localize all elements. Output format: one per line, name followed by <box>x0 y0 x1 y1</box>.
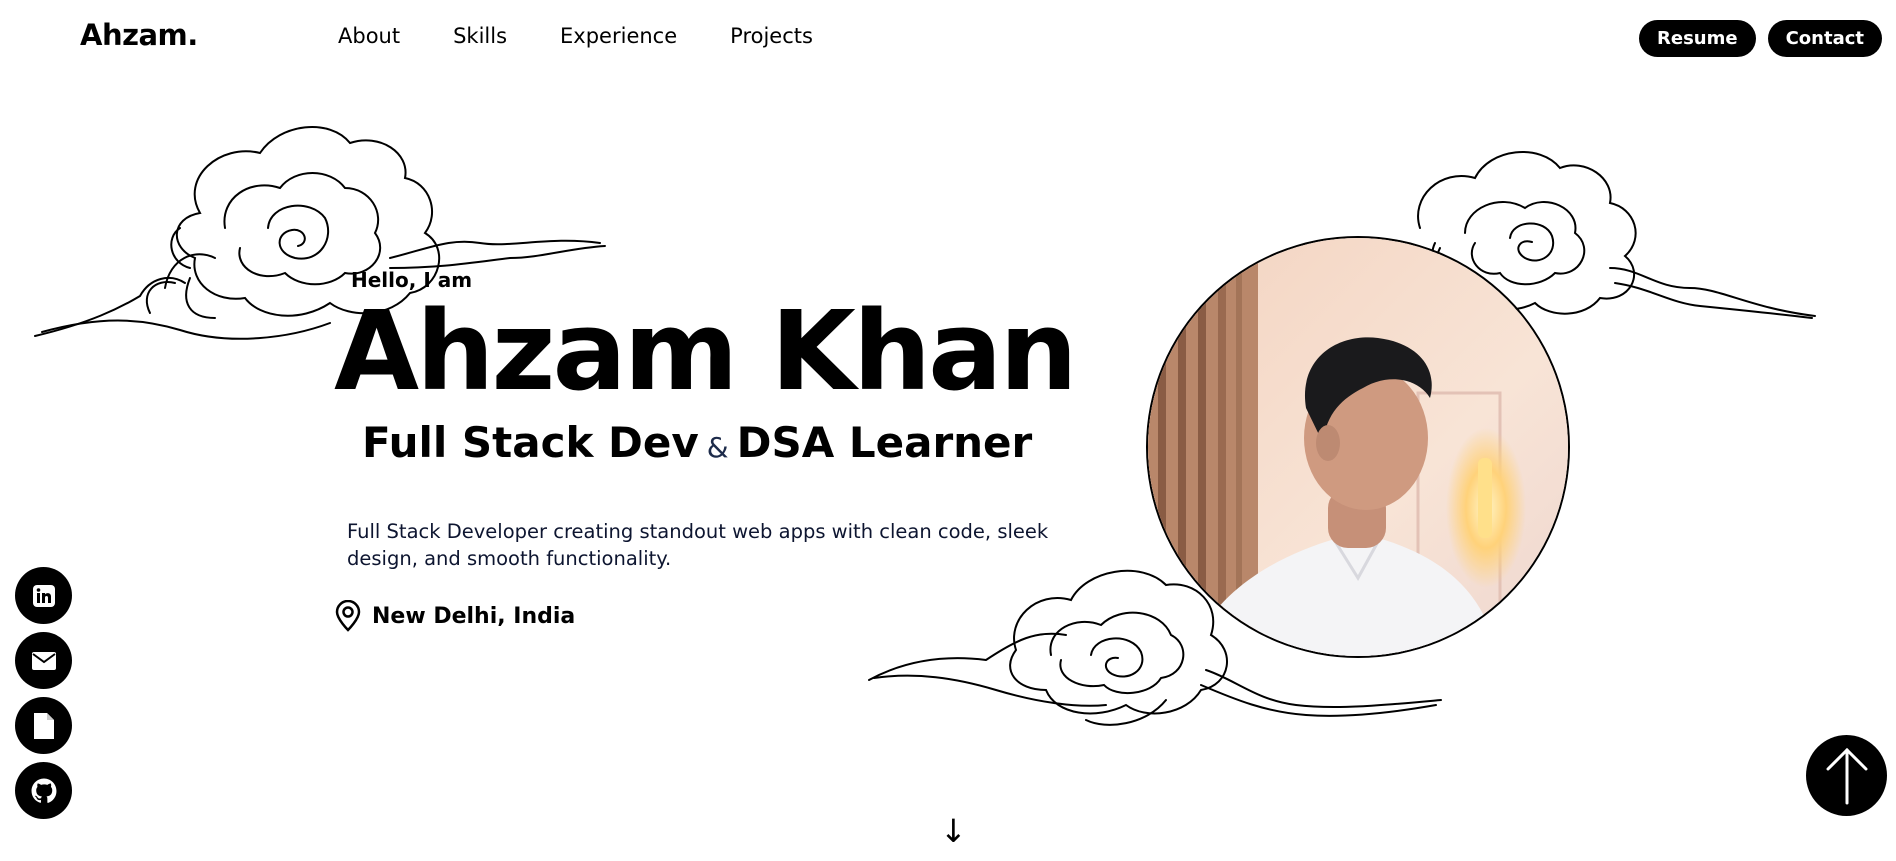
location: New Delhi, India <box>334 600 575 632</box>
nav-about[interactable]: About <box>338 24 400 48</box>
hero-role: Full Stack Dev & DSA Learner <box>362 418 1032 467</box>
contact-button[interactable]: Contact <box>1767 20 1882 57</box>
location-pin-icon <box>335 600 361 632</box>
arrow-up-icon <box>1826 747 1867 804</box>
email-link[interactable] <box>15 632 72 689</box>
main-nav: About Skills Experience Projects <box>338 24 813 48</box>
social-links <box>15 567 72 819</box>
email-icon <box>31 651 56 670</box>
profile-photo <box>1146 236 1570 658</box>
linkedin-link[interactable] <box>15 567 72 624</box>
nav-experience[interactable]: Experience <box>560 24 677 48</box>
brand-logo[interactable]: Ahzam. <box>80 18 198 52</box>
location-label: New Delhi, India <box>372 603 576 629</box>
role-secondary: DSA Learner <box>736 418 1033 467</box>
linkedin-icon <box>32 584 55 607</box>
back-to-top-button[interactable] <box>1806 735 1887 816</box>
nav-projects[interactable]: Projects <box>730 24 813 48</box>
scroll-down-arrow[interactable]: ↓ <box>940 815 967 847</box>
hero-description: Full Stack Developer creating standout w… <box>347 520 1049 570</box>
profile-photo-illustration <box>1148 238 1568 656</box>
role-ampersand: & <box>706 431 729 464</box>
nav-skills[interactable]: Skills <box>453 24 507 48</box>
hero-name: Ahzam Khan <box>334 287 1078 415</box>
header-actions: Resume Contact <box>1639 20 1882 57</box>
github-link[interactable] <box>15 762 72 819</box>
resume-button[interactable]: Resume <box>1639 20 1756 57</box>
document-icon <box>33 712 54 739</box>
github-icon <box>31 778 56 803</box>
resume-link[interactable] <box>15 697 72 754</box>
role-primary: Full Stack Dev <box>362 418 699 467</box>
